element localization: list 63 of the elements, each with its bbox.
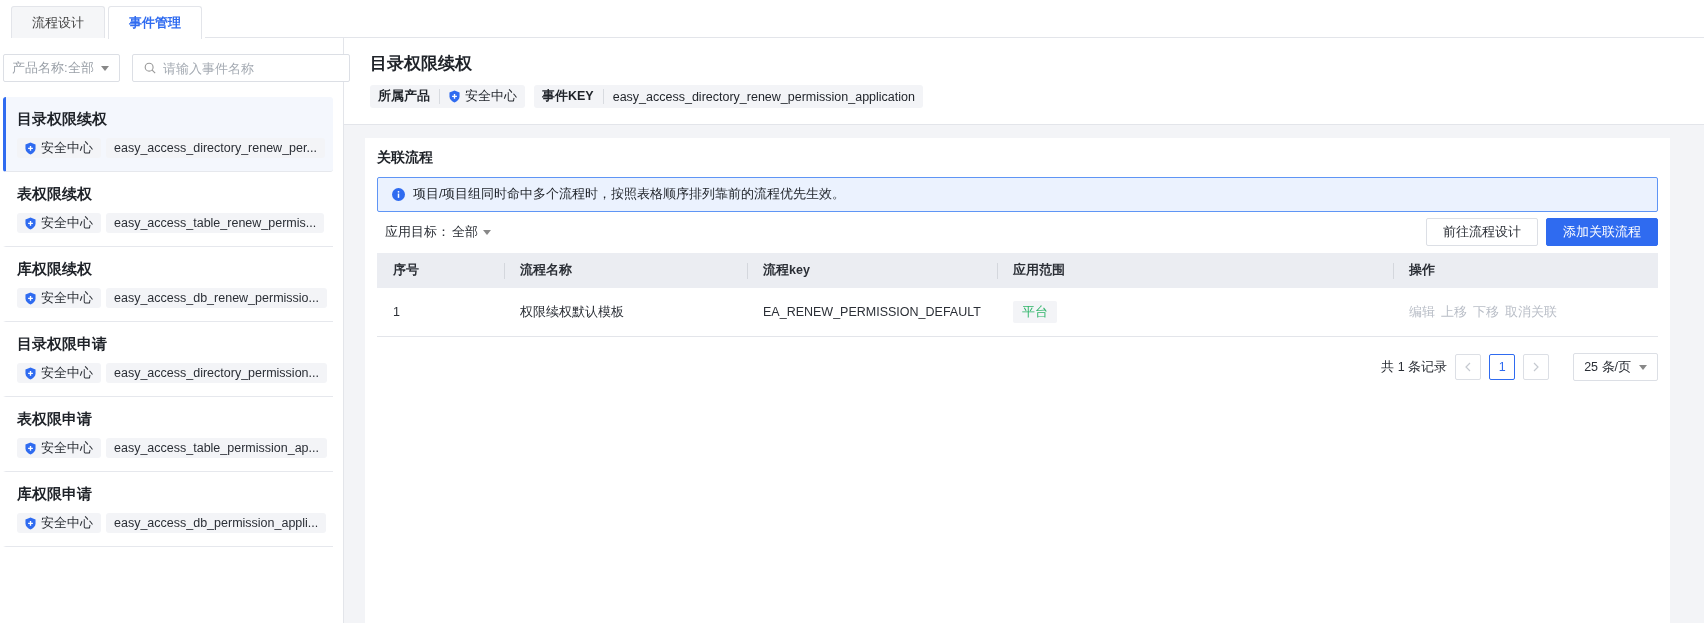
column-header: 操作 [1392, 253, 1658, 288]
tab[interactable]: 事件管理 [108, 6, 202, 39]
event-key-tag: easy_access_table_permission_ap... [106, 438, 327, 458]
alert-text: 项目/项目组同时命中多个流程时，按照表格顺序排列靠前的流程优先生效。 [413, 186, 846, 203]
info-icon [392, 188, 405, 201]
shield-icon [25, 441, 36, 455]
event-key-tag: easy_access_db_renew_permissio... [106, 288, 327, 308]
event-title: 库权限申请 [17, 485, 93, 504]
event-key-tag: easy_access_db_permission_appli... [106, 513, 327, 533]
product-name: 安全中心 [41, 214, 93, 232]
section-title: 关联流程 [377, 149, 434, 167]
total-count: 共 1 条记录 [1381, 358, 1448, 376]
field-label: 事件KEY [542, 88, 594, 105]
event-title: 库权限续权 [17, 260, 93, 279]
chevron-left-icon [1465, 362, 1472, 372]
product-name: 安全中心 [41, 289, 93, 307]
event-list-item[interactable]: 目录权限续权 安全中心 easy_access_directory_renew_per... [3, 97, 333, 172]
column-header: 应用范围 [996, 253, 1393, 288]
event-title: 目录权限续权 [370, 53, 473, 75]
event-list-item[interactable]: 库权限续权 安全中心 easy_access_db_renew_permissio... [3, 247, 333, 322]
product-name: 安全中心 [41, 139, 93, 157]
event-list-item[interactable]: 库权限申请 安全中心 easy_access_db_permission_appli... [3, 472, 333, 547]
field-label: 所属产品 [378, 88, 430, 105]
table-cell: EA_RENEW_PERMISSION_DEFAULT [747, 288, 997, 337]
event-title: 目录权限续权 [17, 110, 108, 129]
event-list-item[interactable]: 表权限申请 安全中心 easy_access_table_permission_ap... [3, 397, 333, 472]
caret-icon [1639, 364, 1647, 370]
shield-icon [25, 366, 36, 380]
event-title: 目录权限申请 [17, 335, 108, 354]
product-name: 安全中心 [41, 364, 93, 382]
page-size-dropdown[interactable]: 25 条/页 [1573, 353, 1658, 381]
event-key: easy_access_directory_renew_permission_application [612, 89, 915, 104]
search-field[interactable]: 请输入事件名称 [132, 54, 350, 82]
event-key-tag: easy_access_directory_renew_per... [106, 138, 325, 158]
event-key-tag: easy_access_directory_permission... [106, 363, 327, 383]
event-list-item[interactable]: 表权限续权 安全中心 easy_access_table_renew_permis... [3, 172, 333, 247]
event-title: 表权限续权 [17, 185, 93, 204]
caret-icon [483, 229, 491, 235]
page-button[interactable]: 1 [1489, 354, 1516, 380]
action-button[interactable]: 前往流程设计 [1426, 218, 1538, 246]
event-list-item[interactable]: 目录权限申请 安全中心 easy_access_directory_permission... [3, 322, 333, 397]
table-cell: 1 [377, 288, 504, 337]
product-name: 安全中心 [41, 514, 93, 532]
table-cell: 权限续权默认模板 [504, 288, 747, 337]
shield-icon [25, 216, 36, 230]
caret-icon [101, 65, 109, 71]
scope-tag: 平台 [1012, 300, 1057, 323]
column-header: 序号 [377, 253, 504, 288]
chevron-right-icon [1533, 362, 1540, 372]
shield-icon [449, 90, 460, 103]
action-button[interactable]: 添加关联流程 [1546, 218, 1658, 246]
shield-icon [25, 291, 36, 305]
column-header: 流程key [747, 253, 997, 288]
shield-icon [25, 516, 36, 530]
product-name: 安全中心 [41, 439, 93, 457]
event-key-tag: easy_access_table_renew_permis... [106, 213, 325, 233]
tab[interactable]: 流程设计 [11, 6, 105, 38]
product-name: 安全中心 [465, 88, 517, 105]
event-title: 表权限申请 [17, 410, 93, 429]
target-filter[interactable]: 应用目标： 全部 [377, 223, 499, 241]
shield-icon [25, 141, 36, 155]
column-header: 流程名称 [504, 253, 747, 288]
search-icon [144, 62, 156, 74]
